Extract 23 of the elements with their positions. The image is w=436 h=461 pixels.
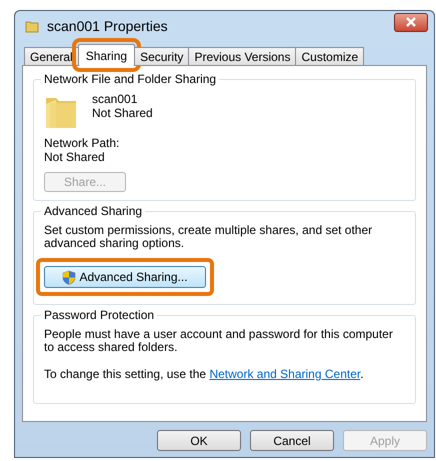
group-title: Advanced Sharing <box>43 204 144 218</box>
group-title: Network File and Folder Sharing <box>43 72 218 86</box>
shield-icon <box>62 270 76 284</box>
tab[interactable]: Customize <box>295 47 364 65</box>
group-title: Password Protection <box>43 308 156 322</box>
close-button[interactable] <box>394 12 428 32</box>
network-path-value: Not Shared <box>44 150 105 164</box>
dialog-button[interactable]: Cancel <box>250 430 334 451</box>
folder-icon <box>25 19 39 33</box>
change-setting-text: To change this setting, use the Network and Sharing Center. <box>44 368 364 381</box>
advanced-sharing-button[interactable]: Advanced Sharing... <box>44 266 206 288</box>
network-sharing-center-link[interactable]: Network and Sharing Center <box>209 367 360 381</box>
dialog-button[interactable]: OK <box>157 430 241 451</box>
network-path-label: Network Path: <box>44 136 120 150</box>
share-status: Not Shared <box>92 106 153 120</box>
folder-name: scan001 <box>92 92 138 106</box>
close-icon <box>404 17 418 27</box>
description-text: Set custom permissions, create multiple shares, and set other advanced sharing options. <box>44 224 374 250</box>
tab[interactable]: General <box>24 47 79 65</box>
tab[interactable]: Previous Versions <box>188 47 296 65</box>
window-title: scan001 Properties <box>47 18 169 34</box>
description-text: People must have a user account and password for this computer to access shared folders. <box>44 328 394 354</box>
tab[interactable]: Security <box>134 47 190 65</box>
